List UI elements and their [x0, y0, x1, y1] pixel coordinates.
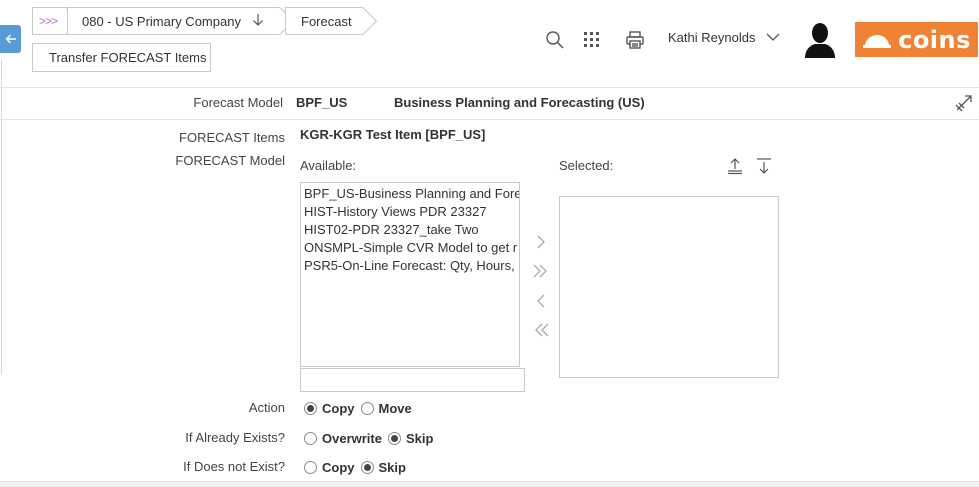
breadcrumb-company-label: 080 - US Primary Company — [82, 13, 241, 29]
hardhat-icon — [863, 34, 892, 48]
action-copy-radio[interactable] — [304, 402, 317, 415]
apps-grid-icon[interactable] — [582, 30, 602, 50]
if-not-exists-copy-radio[interactable] — [304, 461, 317, 474]
chevron-left-icon — [537, 294, 545, 308]
available-label: Available: — [300, 158, 357, 173]
list-item[interactable]: BPF_US-Business Planning and Fore — [304, 185, 519, 203]
forecast-items-label: FORECAST Items — [179, 130, 285, 145]
available-list[interactable]: BPF_US-Business Planning and Fore HIST-H… — [300, 182, 520, 367]
selected-list[interactable] — [559, 196, 779, 378]
forecast-model-label: Forecast Model — [193, 95, 283, 110]
user-menu[interactable]: Kathi Reynolds — [668, 30, 755, 45]
logo-text: coins — [898, 25, 971, 54]
move-all-left-button[interactable] — [531, 320, 551, 340]
breadcrumb-home[interactable]: >>> — [32, 6, 81, 36]
action-radio-group: Copy Move — [304, 401, 418, 416]
back-button[interactable] — [0, 25, 21, 53]
chevron-down-icon[interactable] — [765, 31, 781, 46]
move-left-button[interactable] — [531, 291, 551, 311]
list-item[interactable]: HIST-History Views PDR 23327 — [304, 203, 516, 221]
footer-divider — [0, 481, 979, 487]
list-item[interactable]: HIST02-PDR 23327_take Two — [304, 221, 516, 239]
if-exists-overwrite-label[interactable]: Overwrite — [322, 431, 382, 446]
action-move-label[interactable]: Move — [379, 401, 412, 416]
if-exists-label: If Already Exists? — [185, 430, 285, 445]
available-filter-input[interactable] — [300, 368, 525, 392]
coins-logo: coins — [855, 22, 978, 57]
forecast-items-value: KGR-KGR Test Item [BPF_US] — [300, 127, 486, 142]
arrow-left-icon — [5, 34, 16, 44]
list-item[interactable]: PSR5-On-Line Forecast: Qty, Hours, — [304, 257, 516, 275]
if-exists-skip-label[interactable]: Skip — [406, 431, 433, 446]
print-icon[interactable] — [624, 29, 646, 51]
action-move-radio[interactable] — [360, 402, 374, 415]
transfer-forecast-items-page: >>> 080 - US Primary Company Forecast Tr… — [0, 0, 979, 487]
expand-icon[interactable] — [953, 92, 975, 114]
if-exists-overwrite-radio[interactable] — [304, 432, 317, 445]
double-chevron-left-icon — [535, 323, 549, 337]
forecast-model-picker-label: FORECAST Model — [175, 153, 285, 168]
header-divider — [0, 87, 979, 88]
action-label: Action — [248, 400, 285, 415]
list-item[interactable]: ONSMPL-Simple CVR Model to get r — [304, 239, 517, 257]
arrow-down-icon[interactable] — [251, 13, 265, 30]
double-chevron-right-icon — [533, 264, 547, 278]
breadcrumb-home-label: >>> — [39, 14, 58, 28]
move-all-right-button[interactable] — [531, 261, 551, 281]
search-icon[interactable] — [544, 29, 566, 51]
forecast-model-description: Business Planning and Forecasting (US) — [394, 95, 645, 110]
breadcrumb-forecast-label: Forecast — [301, 13, 352, 29]
selected-label: Selected: — [559, 158, 614, 173]
left-divider — [1, 60, 2, 375]
if-not-exists-radio-group: Copy Skip — [304, 460, 412, 475]
move-right-button[interactable] — [531, 232, 551, 252]
if-not-exists-skip-radio[interactable] — [360, 461, 374, 474]
if-exists-skip-radio[interactable] — [387, 432, 401, 445]
breadcrumb-forecast[interactable]: Forecast — [285, 6, 378, 36]
chevron-right-icon — [537, 235, 545, 249]
if-not-exists-skip-label[interactable]: Skip — [379, 460, 406, 475]
forecast-model-code: BPF_US — [296, 95, 348, 110]
if-not-exists-copy-label[interactable]: Copy — [322, 460, 355, 475]
breadcrumb-company[interactable]: 080 - US Primary Company — [67, 6, 295, 36]
breadcrumb-current-label: Transfer FORECAST Items — [49, 50, 207, 65]
section-divider — [0, 119, 979, 120]
if-not-exists-label: If Does not Exist? — [183, 459, 285, 474]
move-to-top-icon[interactable] — [726, 157, 744, 175]
action-copy-label[interactable]: Copy — [322, 401, 355, 416]
move-to-bottom-icon[interactable] — [755, 157, 773, 175]
avatar[interactable] — [803, 22, 837, 58]
if-exists-radio-group: Overwrite Skip — [304, 431, 439, 446]
breadcrumb-current: Transfer FORECAST Items — [32, 43, 211, 72]
